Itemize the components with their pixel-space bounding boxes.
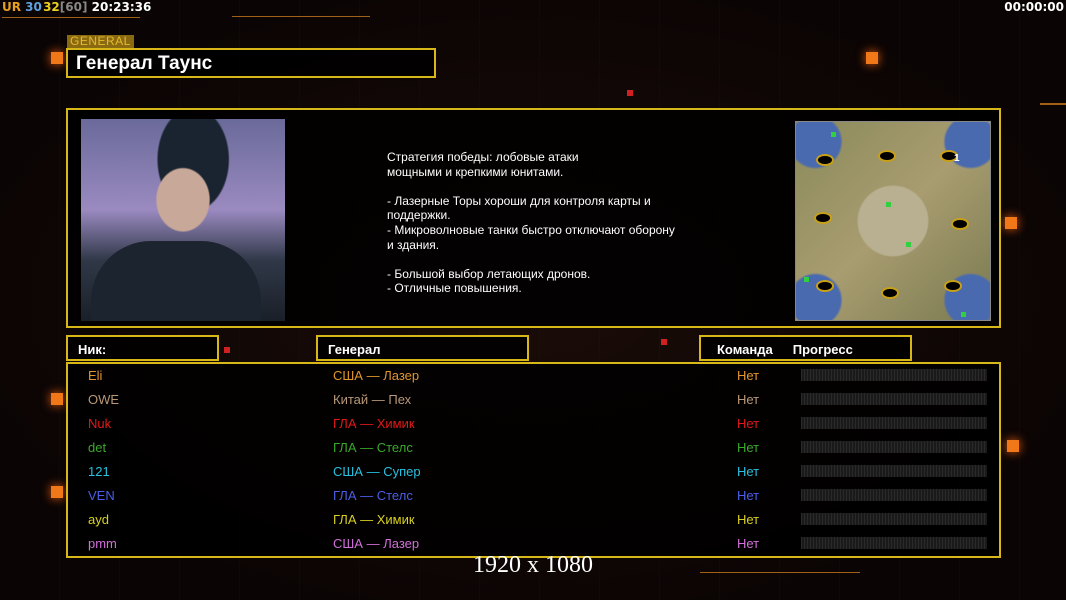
player-progress-bar — [801, 417, 987, 429]
player-team[interactable]: Нет — [737, 488, 759, 503]
player-row: OWE Китай — Пех Нет — [68, 390, 999, 414]
fps-value-2: 32 — [43, 0, 60, 14]
team-progress-header: Команда Прогресс — [699, 335, 912, 361]
progress-header-label: Прогресс — [792, 342, 853, 357]
general-tag: GENERAL — [67, 35, 134, 48]
player-team[interactable]: Нет — [737, 464, 759, 479]
nick-header: Ник: — [66, 335, 219, 361]
clock: 20:23:36 — [91, 0, 152, 14]
map-preview[interactable]: 1 — [795, 121, 991, 321]
deco-square — [866, 52, 878, 64]
nick-header-label: Ник: — [78, 342, 107, 357]
divider — [232, 16, 370, 17]
player-team[interactable]: Нет — [737, 416, 759, 431]
player-general[interactable]: ГЛА — Стелс — [333, 488, 413, 503]
player-nick: OWE — [88, 392, 120, 407]
player-progress-bar — [801, 441, 987, 453]
deco-square — [1007, 440, 1019, 452]
player-team[interactable]: Нет — [737, 368, 759, 383]
player-nick: 121 — [88, 464, 110, 479]
player-row: ayd ГЛА — Химик Нет — [68, 510, 999, 534]
deco-square — [51, 52, 63, 64]
player-team[interactable]: Нет — [737, 392, 759, 407]
deco-square — [224, 347, 230, 353]
player-row: Nuk ГЛА — Химик Нет — [68, 414, 999, 438]
ur-label: UR — [2, 0, 21, 14]
players-table: Eli США — Лазер Нет OWE Китай — Пех Нет … — [66, 362, 1001, 558]
player-team[interactable]: Нет — [737, 512, 759, 527]
player-row: Eli США — Лазер Нет — [68, 366, 999, 390]
general-info-panel: Стратегия победы: лобовые атаки мощными … — [66, 108, 1001, 328]
deco-square — [51, 393, 63, 405]
divider — [2, 17, 140, 18]
divider — [1040, 103, 1066, 105]
player-nick: det — [88, 440, 107, 455]
player-row: VEN ГЛА — Стелс Нет — [68, 486, 999, 510]
general-name: Генерал Таунс — [76, 53, 213, 74]
team-header-label: Команда — [717, 342, 773, 357]
deco-square — [627, 90, 633, 96]
player-general[interactable]: ГЛА — Химик — [333, 416, 415, 431]
deco-square — [51, 486, 63, 498]
player-general[interactable]: США — Лазер — [333, 536, 419, 551]
player-row: det ГЛА — Стелс Нет — [68, 438, 999, 462]
player-general[interactable]: США — Супер — [333, 464, 421, 479]
player-progress-bar — [801, 513, 987, 525]
player-progress-bar — [801, 489, 987, 501]
player-nick: pmm — [88, 536, 117, 551]
fps-value: 30 — [25, 0, 42, 14]
player-progress-bar — [801, 369, 987, 381]
deco-square — [661, 339, 667, 345]
player-general[interactable]: ГЛА — Химик — [333, 512, 415, 527]
general-description: Стратегия победы: лобовые атаки мощными … — [387, 150, 675, 296]
fps-counter: UR 30 32[60] 20:23:36 — [2, 0, 151, 14]
game-timer: 00:00:00 — [1004, 0, 1064, 14]
general-portrait — [81, 119, 285, 321]
player-general[interactable]: Китай — Пех — [333, 392, 411, 407]
player-progress-bar — [801, 465, 987, 477]
player-row: 121 США — Супер Нет — [68, 462, 999, 486]
player-nick: VEN — [88, 488, 115, 503]
player-general[interactable]: ГЛА — Стелс — [333, 440, 413, 455]
deco-square — [1005, 217, 1017, 229]
general-header: Генерал — [316, 335, 529, 361]
fps-cap: [60] — [59, 0, 88, 14]
player-progress-bar — [801, 537, 987, 549]
general-header-label: Генерал — [328, 342, 381, 357]
map-start-marker: 1 — [954, 153, 960, 164]
player-nick: Eli — [88, 368, 103, 383]
resolution-label: 1920 x 1080 — [473, 552, 593, 578]
player-team[interactable]: Нет — [737, 536, 759, 551]
player-nick: Nuk — [88, 416, 112, 431]
player-general[interactable]: США — Лазер — [333, 368, 419, 383]
general-title-box: Генерал Таунс — [66, 48, 436, 78]
player-progress-bar — [801, 393, 987, 405]
player-team[interactable]: Нет — [737, 440, 759, 455]
player-nick: ayd — [88, 512, 109, 527]
